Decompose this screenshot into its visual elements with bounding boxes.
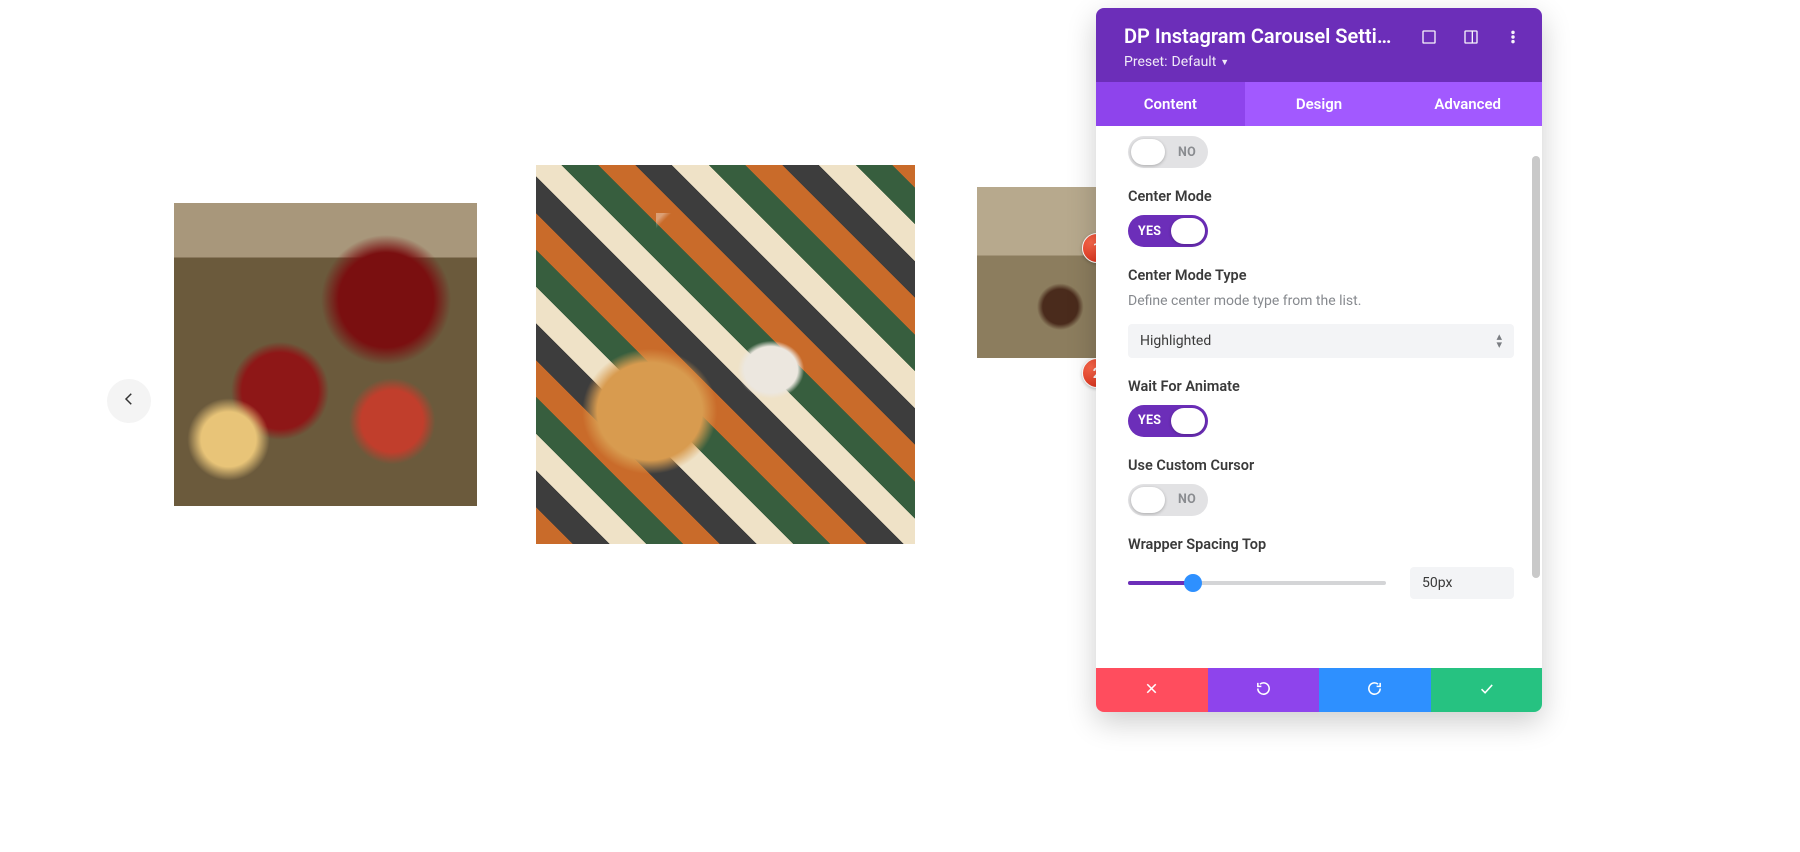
redo-button[interactable] xyxy=(1319,668,1431,712)
expand-button[interactable] xyxy=(1418,28,1440,50)
dock-button[interactable] xyxy=(1460,28,1482,50)
preset-dropdown[interactable]: Preset: Default ▼ xyxy=(1124,54,1398,70)
center-mode-toggle[interactable]: YES xyxy=(1128,215,1208,247)
save-button[interactable] xyxy=(1431,668,1543,712)
previous-option-toggle[interactable]: NO xyxy=(1128,136,1208,168)
redo-icon xyxy=(1366,680,1383,701)
undo-button[interactable] xyxy=(1208,668,1320,712)
preset-prefix: Preset: xyxy=(1124,54,1168,70)
tab-advanced[interactable]: Advanced xyxy=(1393,82,1542,126)
center-mode-type-selected: Highlighted xyxy=(1140,333,1211,349)
carousel-prev-button[interactable] xyxy=(107,379,151,423)
wrapper-spacing-top-input[interactable]: 50px xyxy=(1410,567,1514,599)
tab-design[interactable]: Design xyxy=(1245,82,1394,126)
more-vertical-icon xyxy=(1505,29,1521,49)
wrapper-spacing-top-value: 50px xyxy=(1422,575,1452,591)
slider-knob[interactable] xyxy=(1184,574,1202,592)
panel-title-wrap: DP Instagram Carousel Settings Preset: D… xyxy=(1124,24,1398,70)
tab-design-label: Design xyxy=(1296,95,1342,113)
center-mode-type-label: Center Mode Type xyxy=(1128,267,1514,284)
carousel-track xyxy=(0,165,1096,545)
wrapper-spacing-top-slider[interactable] xyxy=(1128,581,1386,585)
check-icon xyxy=(1478,680,1495,701)
use-custom-cursor-label: Use Custom Cursor xyxy=(1128,457,1514,474)
panel-footer xyxy=(1096,668,1542,712)
scrollbar-thumb[interactable] xyxy=(1532,156,1540,578)
preset-name: Default xyxy=(1172,54,1217,70)
carousel-preview xyxy=(0,0,1096,740)
wait-for-animate-toggle-value: YES xyxy=(1138,413,1161,428)
carousel-slide-right[interactable] xyxy=(977,187,1096,358)
center-mode-type-desc: Define center mode type from the list. xyxy=(1128,292,1514,312)
caret-down-icon: ▼ xyxy=(1220,57,1229,68)
tab-bar: Content Design Advanced xyxy=(1096,82,1542,126)
carousel-slide-left[interactable] xyxy=(174,203,477,506)
toggle-knob xyxy=(1131,487,1165,513)
settings-panel: DP Instagram Carousel Settings Preset: D… xyxy=(1096,8,1542,712)
panel-title: DP Instagram Carousel Settings xyxy=(1124,24,1398,48)
scrollbar[interactable] xyxy=(1532,126,1540,668)
tab-advanced-label: Advanced xyxy=(1434,95,1501,113)
chevron-left-icon xyxy=(120,390,138,412)
wrapper-spacing-top-label: Wrapper Spacing Top xyxy=(1128,536,1514,553)
center-mode-label: Center Mode xyxy=(1128,188,1514,205)
toggle-knob xyxy=(1171,408,1205,434)
panel-header: DP Instagram Carousel Settings Preset: D… xyxy=(1096,8,1542,82)
tab-content-label: Content xyxy=(1144,95,1197,113)
use-custom-cursor-toggle[interactable]: NO xyxy=(1128,484,1208,516)
dock-icon xyxy=(1463,29,1479,49)
wait-for-animate-label: Wait For Animate xyxy=(1128,378,1514,395)
toggle-knob xyxy=(1171,218,1205,244)
discard-button[interactable] xyxy=(1096,668,1208,712)
close-icon xyxy=(1143,680,1160,701)
carousel-slide-center[interactable] xyxy=(536,165,915,544)
use-custom-cursor-toggle-value: NO xyxy=(1178,492,1196,507)
wait-for-animate-toggle[interactable]: YES xyxy=(1128,405,1208,437)
expand-icon xyxy=(1421,29,1437,49)
undo-icon xyxy=(1255,680,1272,701)
panel-body[interactable]: NO Center Mode YES Center Mode Type Defi… xyxy=(1096,126,1542,668)
more-button[interactable] xyxy=(1502,28,1524,50)
select-caret-icon: ▴▾ xyxy=(1496,333,1502,349)
toggle-knob xyxy=(1131,139,1165,165)
center-mode-toggle-value: YES xyxy=(1138,224,1161,239)
center-mode-type-select[interactable]: Highlighted ▴▾ xyxy=(1128,324,1514,358)
tab-content[interactable]: Content xyxy=(1096,82,1245,126)
previous-option-toggle-value: NO xyxy=(1178,145,1196,160)
wrapper-spacing-top-row: 50px xyxy=(1128,567,1514,599)
